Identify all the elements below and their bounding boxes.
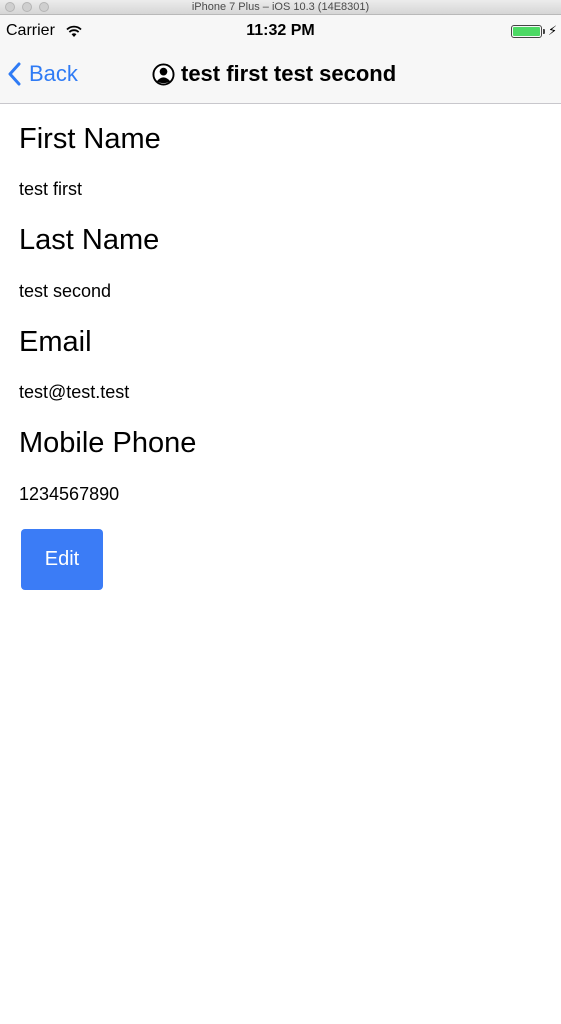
simulator-titlebar: iPhone 7 Plus – iOS 10.3 (14E8301) [0,0,561,15]
charging-bolt-icon: ⚡ [548,23,558,38]
status-bar: Carrier 11:32 PM ⚡ [0,15,561,47]
last-name-value: test second [19,281,112,301]
edit-button[interactable]: Edit [21,529,103,590]
back-button-label: Back [29,61,78,86]
status-time: 11:32 PM [246,22,315,39]
page-title-text: test first test second [181,61,397,86]
navigation-bar: Back test first test second [0,47,561,104]
email-label: Email [19,326,92,358]
battery-tip [543,29,545,34]
last-name-label: Last Name [19,224,160,256]
first-name-label: First Name [19,123,161,155]
mobile-phone-value: 1234567890 [19,484,120,504]
person-icon [152,62,175,86]
page-title: test first test second [152,61,396,87]
back-button[interactable]: Back [7,59,78,89]
first-name-value: test first [19,179,83,199]
chevron-left-icon [8,62,21,86]
simulator-window-title: iPhone 7 Plus – iOS 10.3 (14E8301) [191,1,370,13]
email-value: test@test.test [19,382,130,402]
mobile-phone-label: Mobile Phone [19,427,197,459]
battery-icon [511,25,542,38]
